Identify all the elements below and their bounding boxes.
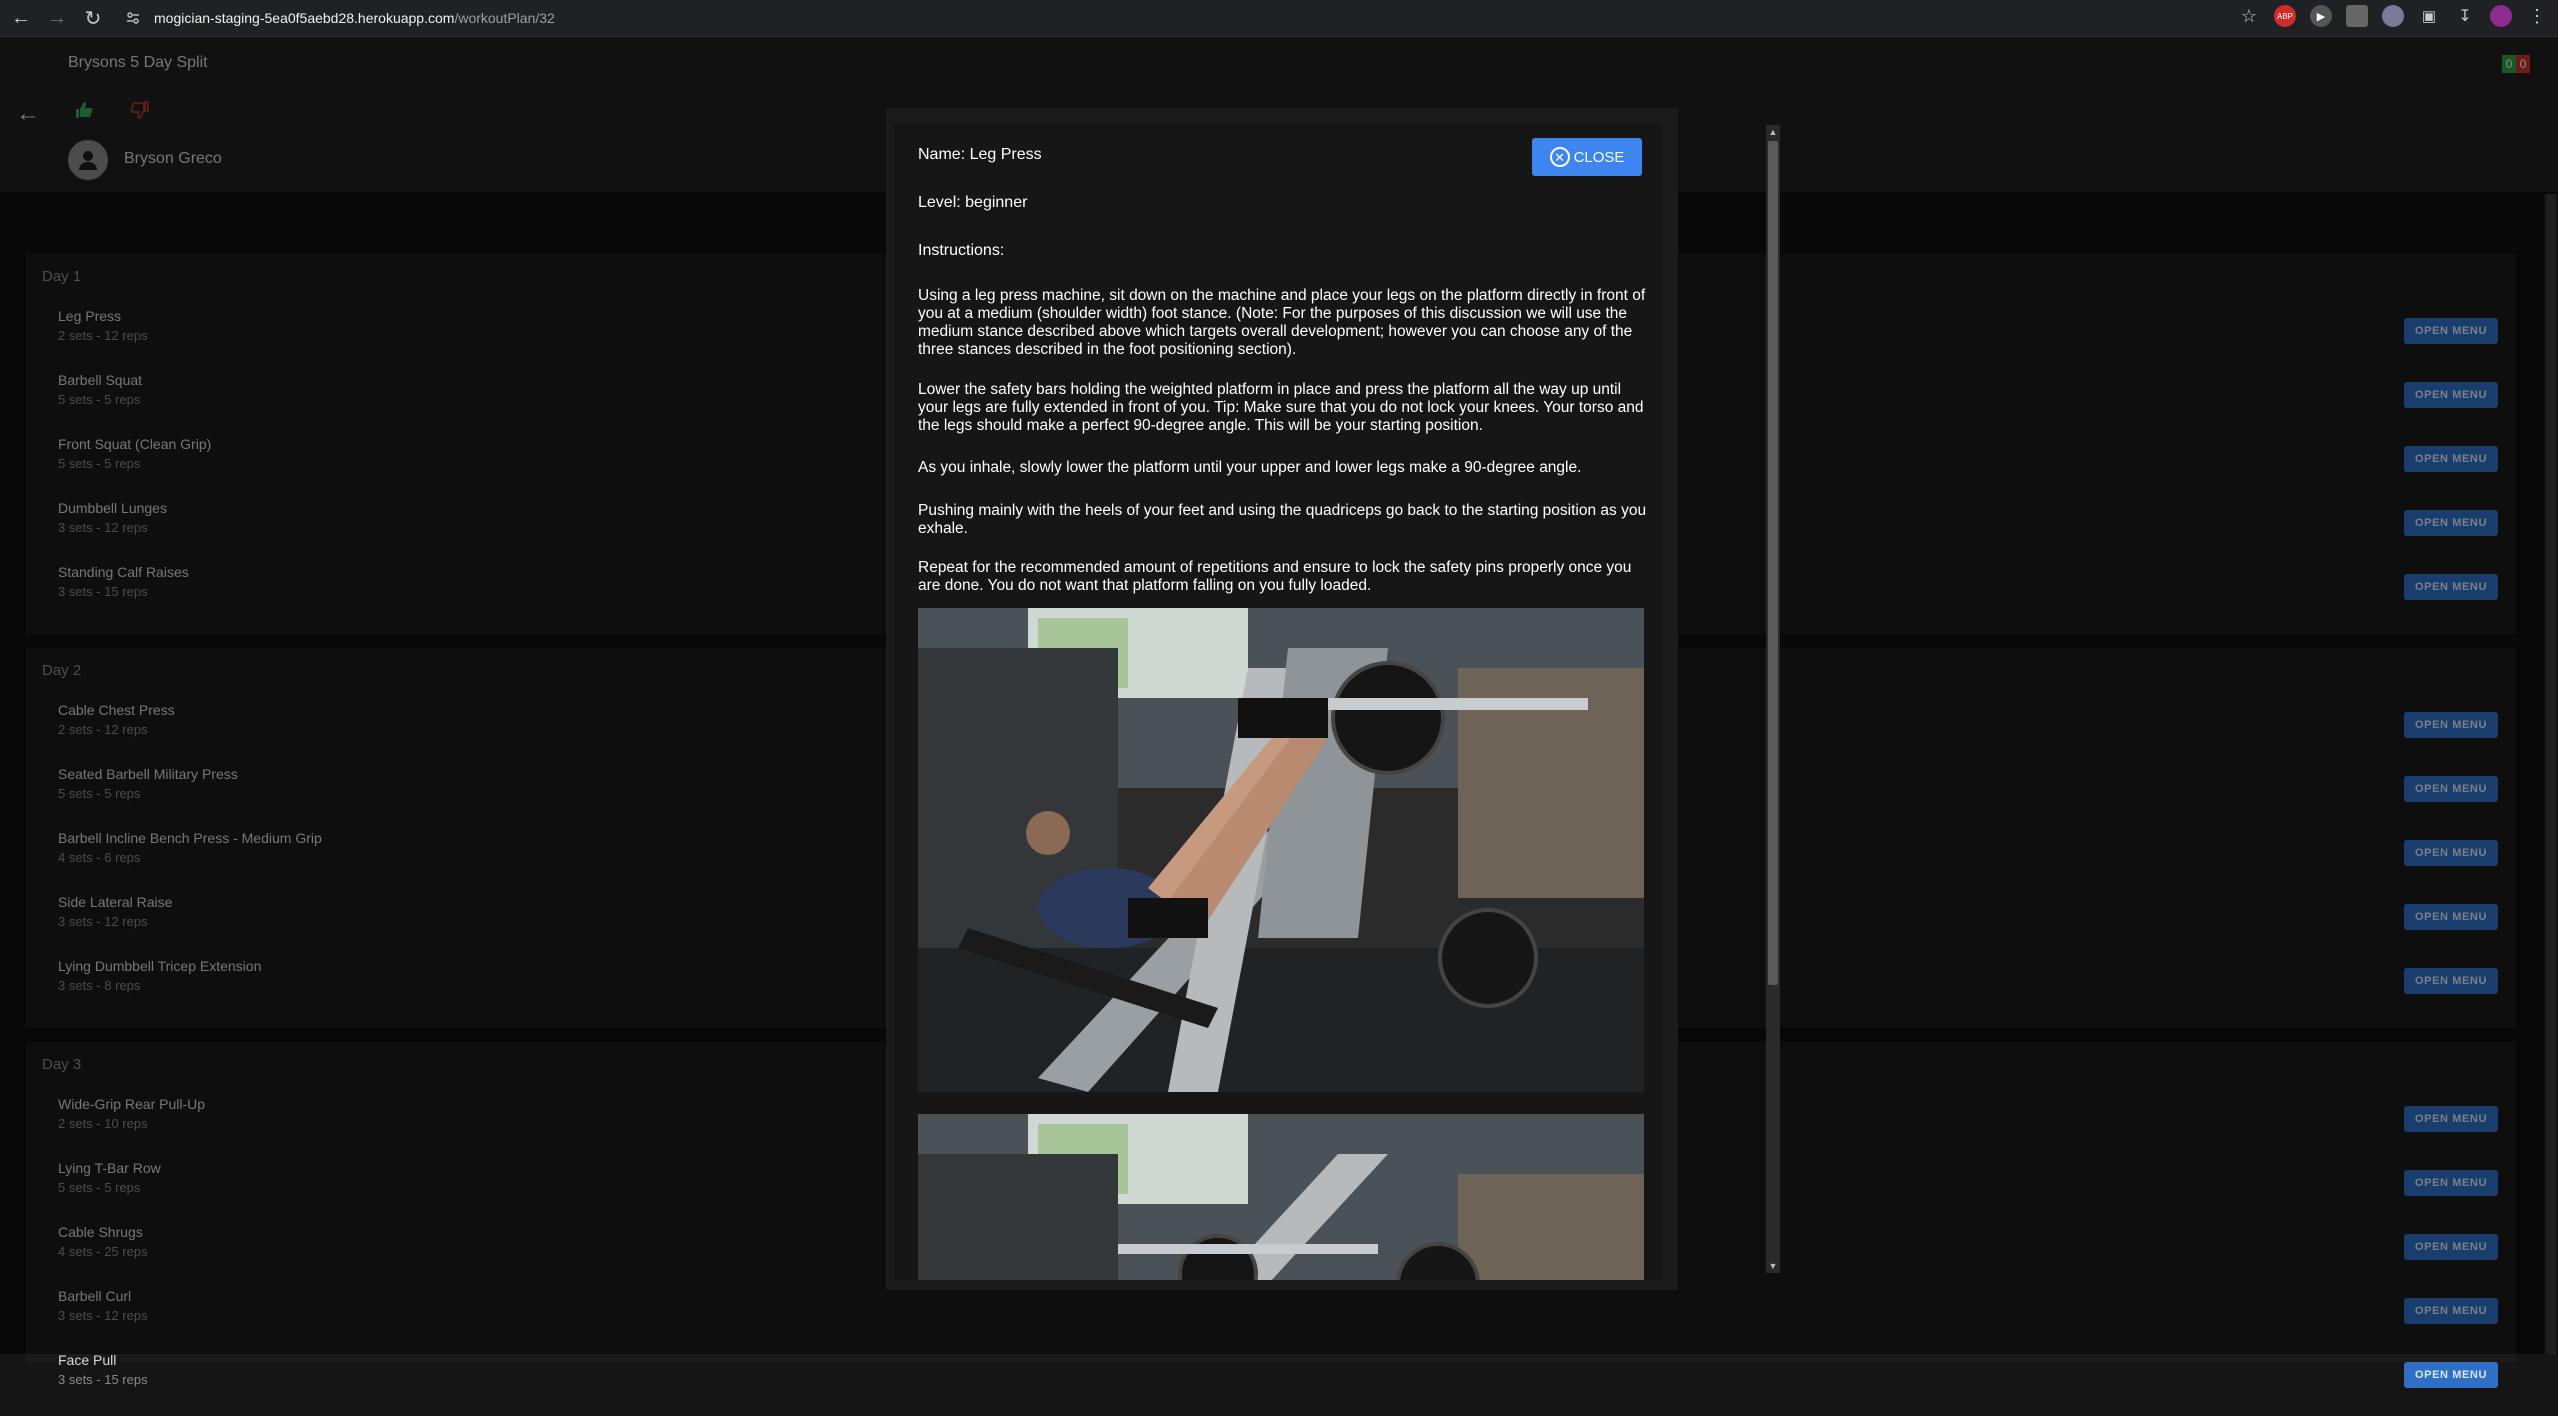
instruction-paragraph: Repeat for the recommended amount of rep…: [918, 559, 1632, 594]
close-icon: ✕: [1549, 147, 1570, 167]
exercise-sets-reps: 3 sets - 15 reps: [58, 1372, 148, 1387]
instructions-heading: Instructions:: [918, 242, 1005, 259]
instruction-paragraph: Lower the safety bars holding the weight…: [918, 381, 1644, 434]
exercise-row: Face Pull 3 sets - 15 reps OPEN MENU: [58, 1352, 2498, 1416]
bookmark-star-icon[interactable]: ☆: [2238, 5, 2260, 27]
site-info-icon[interactable]: [122, 7, 144, 29]
modal-scrollbar[interactable]: ▲ ▼: [1766, 125, 1780, 1273]
address-bar[interactable]: mogician-staging-5ea0f5aebd28.herokuapp.…: [122, 7, 555, 29]
instruction-paragraph: As you inhale, slowly lower the platform…: [918, 459, 1582, 476]
profile-avatar-icon[interactable]: [2490, 5, 2512, 27]
modal-content: Name: Leg Press ✕ CLOSE Level: beginner …: [894, 124, 1662, 1280]
exercise-photo: [918, 608, 1644, 1092]
browser-toolbar: ← → ↻ mogician-staging-5ea0f5aebd28.hero…: [0, 0, 2558, 37]
scroll-down-icon[interactable]: ▼: [1766, 1259, 1780, 1273]
open-menu-button[interactable]: OPEN MENU: [2404, 1362, 2498, 1388]
extension-doc-icon[interactable]: [2346, 5, 2368, 27]
exercise-detail-modal: Name: Leg Press ✕ CLOSE Level: beginner …: [886, 108, 1678, 1290]
exercise-name: Name: Leg Press: [918, 146, 1042, 163]
reload-icon[interactable]: ↻: [78, 3, 108, 33]
url-host: mogician-staging-5ea0f5aebd28.herokuapp.…: [154, 10, 455, 26]
exercise-photo: [918, 1114, 1644, 1280]
exercise-level: Level: beginner: [918, 194, 1028, 211]
instruction-paragraph: Pushing mainly with the heels of your fe…: [918, 502, 1647, 537]
scroll-up-icon[interactable]: ▲: [1766, 125, 1780, 139]
exercise-name: Face Pull: [58, 1352, 117, 1368]
extension-circle-icon[interactable]: [2382, 5, 2404, 27]
forward-icon[interactable]: →: [42, 3, 72, 33]
instruction-paragraph: Using a leg press machine, sit down on t…: [918, 287, 1646, 358]
adblock-icon[interactable]: ABP: [2274, 5, 2296, 27]
back-icon[interactable]: ←: [6, 3, 36, 33]
url-path: /workoutPlan/32: [454, 10, 555, 26]
download-icon[interactable]: ↧: [2454, 5, 2476, 27]
close-label: CLOSE: [1573, 148, 1625, 166]
menu-kebab-icon[interactable]: ⋮: [2526, 5, 2548, 27]
close-button[interactable]: ✕ CLOSE: [1532, 138, 1642, 176]
extension-play-icon[interactable]: ▶: [2310, 5, 2332, 27]
extensions-puzzle-icon[interactable]: ▣: [2418, 5, 2440, 27]
modal-scroll-thumb[interactable]: [1768, 141, 1778, 985]
